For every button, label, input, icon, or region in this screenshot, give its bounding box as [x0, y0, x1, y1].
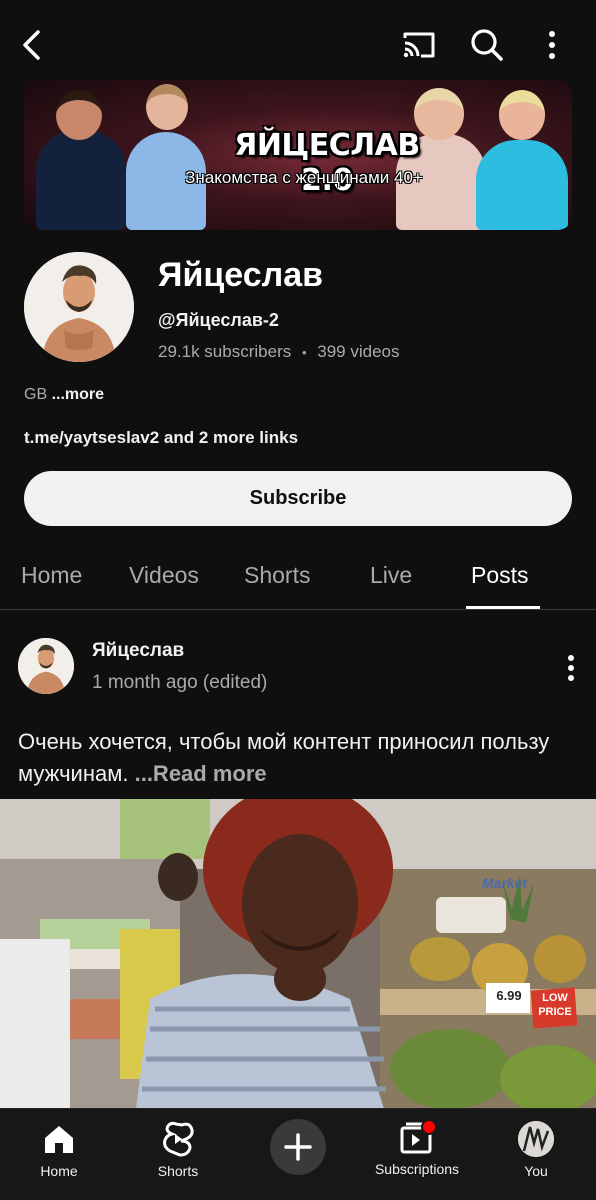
tab-videos[interactable]: Videos	[129, 562, 199, 589]
banner-woman-2-head	[146, 84, 188, 130]
post-timestamp: 1 month ago (edited)	[92, 672, 268, 693]
nav-shorts[interactable]: Shorts	[123, 1109, 233, 1200]
channel-tabs: Home Videos Shorts Live Posts	[0, 540, 596, 610]
create-plus-icon	[284, 1133, 312, 1161]
user-avatar-icon	[518, 1121, 554, 1157]
nav-create[interactable]	[243, 1109, 353, 1200]
avatar	[518, 1121, 554, 1157]
nav-home[interactable]: Home	[4, 1109, 114, 1200]
tab-posts[interactable]: Posts	[471, 562, 529, 589]
banner-woman-1	[36, 130, 126, 230]
channel-stats: 29.1k subscribers • 399 videos	[158, 342, 400, 362]
banner-woman-4-head	[499, 90, 545, 140]
video-count: 399 videos	[317, 342, 400, 361]
post-avatar-illustration	[18, 638, 74, 694]
subscriber-count: 29.1k subscribers	[158, 342, 292, 361]
top-app-bar	[0, 0, 596, 80]
nav-shorts-label: Shorts	[157, 1163, 199, 1179]
nav-subscriptions-label: Subscriptions	[374, 1161, 460, 1177]
post-more-button[interactable]	[554, 648, 588, 688]
more-options-button[interactable]	[532, 22, 572, 68]
post-text: Очень хочется, чтобы мой контент приноси…	[18, 729, 550, 786]
post-photo	[0, 799, 596, 1109]
post-image[interactable]: LOW PRICE 6.99 Market	[0, 799, 596, 1109]
subscribe-button[interactable]: Subscribe	[24, 471, 572, 526]
nav-subscriptions[interactable]: Subscriptions	[362, 1109, 472, 1200]
nav-home-label: Home	[40, 1163, 78, 1179]
low-price-badge: LOW PRICE	[538, 992, 572, 1018]
bottom-navigation: Home Shorts Subscriptions You	[0, 1108, 596, 1200]
create-button[interactable]	[270, 1119, 326, 1175]
banner-subtitle: Знакомства с женщинами 40+	[185, 168, 423, 187]
read-more-link[interactable]: ...Read more	[135, 761, 267, 786]
active-tab-indicator	[466, 606, 540, 609]
post-body: Очень хочется, чтобы мой контент приноси…	[18, 726, 578, 790]
channel-avatar-illustration	[24, 252, 134, 362]
back-arrow-icon	[23, 30, 40, 60]
tab-shorts[interactable]: Shorts	[244, 562, 310, 589]
cast-button[interactable]	[396, 22, 442, 68]
store-sign: Market	[482, 875, 528, 891]
channel-name: Яйцеслав	[158, 256, 324, 294]
stats-separator: •	[301, 345, 307, 360]
tab-live[interactable]: Live	[370, 562, 412, 589]
back-button[interactable]	[10, 20, 54, 70]
channel-links[interactable]: t.me/yaytseslav2 and 2 more links	[24, 428, 298, 448]
cast-icon	[403, 32, 435, 58]
post-author-name[interactable]: Яйцеслав	[92, 640, 184, 662]
tab-home[interactable]: Home	[21, 562, 82, 589]
post-author-avatar[interactable]	[18, 638, 74, 694]
banner-woman-4	[476, 140, 568, 230]
channel-description[interactable]: GB ...more	[24, 386, 104, 404]
more-vert-icon	[549, 31, 555, 59]
description-more-link[interactable]: ...more	[52, 386, 104, 403]
search-button[interactable]	[464, 22, 510, 68]
banner-woman-1-head	[56, 90, 102, 140]
search-icon	[471, 29, 503, 61]
channel-handle: @Яйцеслав-2	[158, 310, 279, 330]
shorts-icon	[163, 1121, 194, 1157]
price-tag: 6.99	[496, 988, 522, 1003]
subscriptions-icon	[400, 1119, 437, 1154]
home-icon	[45, 1126, 73, 1153]
nav-you-label: You	[524, 1163, 548, 1179]
description-text: GB	[24, 386, 48, 403]
channel-banner: ЯЙЦЕСЛАВ 2.0 Знакомства с женщинами 40+	[24, 80, 572, 230]
more-vert-icon	[568, 655, 574, 681]
channel-avatar[interactable]	[24, 252, 134, 362]
nav-you[interactable]: You	[481, 1109, 591, 1200]
